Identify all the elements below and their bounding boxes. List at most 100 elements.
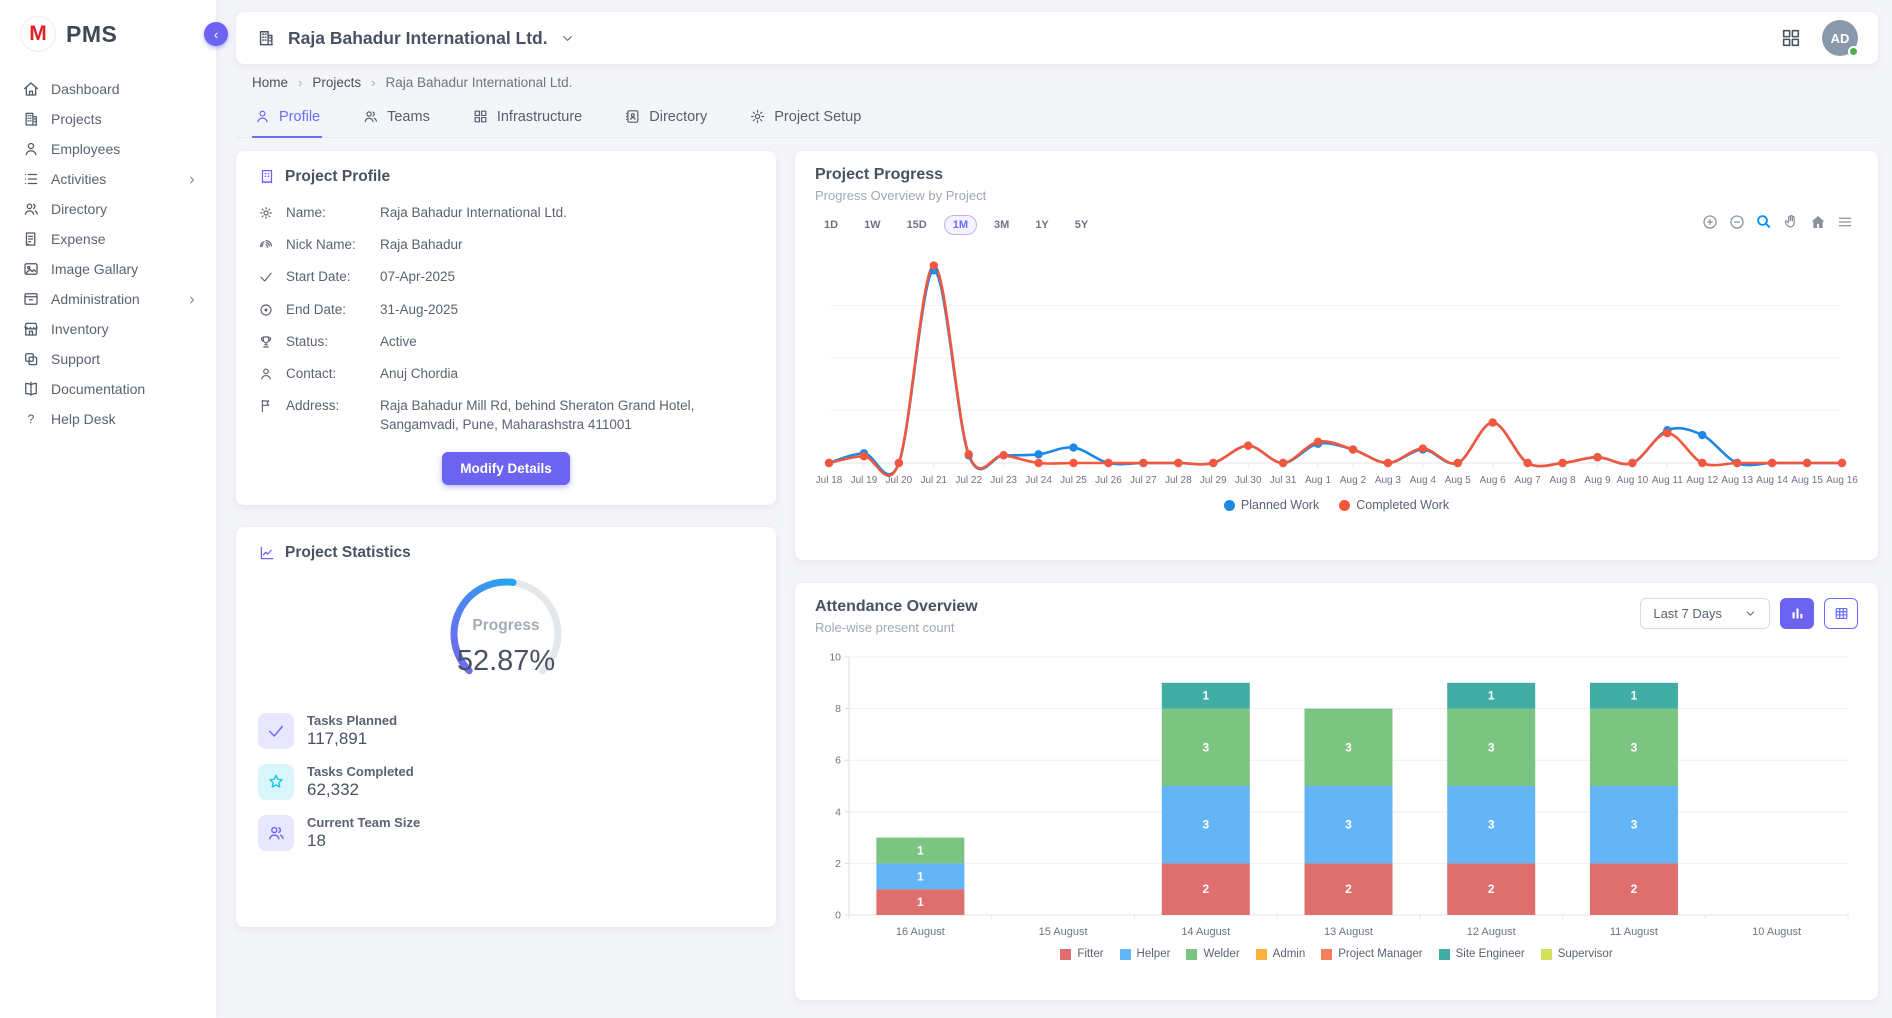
sidebar-item-inventory[interactable]: Inventory bbox=[0, 314, 216, 344]
field-label: Status: bbox=[286, 333, 368, 351]
selection-zoom-icon[interactable] bbox=[1755, 213, 1773, 231]
grid-icon bbox=[472, 108, 489, 125]
tab-label: Project Setup bbox=[774, 109, 861, 125]
svg-text:3: 3 bbox=[1488, 740, 1495, 754]
company-selector[interactable]: Raja Bahadur International Ltd. bbox=[256, 28, 575, 49]
sidebar-item-dashboard[interactable]: Dashboard bbox=[0, 74, 216, 104]
range-button-5y[interactable]: 5Y bbox=[1066, 215, 1097, 235]
svg-text:10: 10 bbox=[829, 652, 841, 664]
tab-teams[interactable]: Teams bbox=[360, 100, 432, 138]
legend-item-supervisor[interactable]: Supervisor bbox=[1541, 948, 1613, 960]
sidebar-item-help-desk[interactable]: ?Help Desk bbox=[0, 404, 216, 434]
left-column: Project Profile Name:Raja Bahadur Intern… bbox=[236, 151, 776, 927]
tab-profile[interactable]: Profile bbox=[252, 100, 322, 138]
sidebar-item-documentation[interactable]: Documentation bbox=[0, 374, 216, 404]
svg-text:Aug 16: Aug 16 bbox=[1826, 475, 1858, 486]
sidebar-item-label: Projects bbox=[51, 111, 198, 127]
tab-project-setup[interactable]: Project Setup bbox=[747, 100, 863, 138]
legend-item-completed-work[interactable]: Completed Work bbox=[1339, 498, 1449, 512]
field-label: Nick Name: bbox=[286, 236, 368, 254]
tab-directory[interactable]: Directory bbox=[622, 100, 709, 138]
profile-fields: Name:Raja Bahadur International Ltd.Nick… bbox=[258, 204, 754, 434]
sidebar-collapse-button[interactable]: ‹ bbox=[204, 22, 228, 46]
range-button-15d[interactable]: 15D bbox=[898, 215, 936, 235]
attendance-overview-card: Attendance Overview Role-wise present co… bbox=[795, 583, 1878, 1000]
svg-text:1: 1 bbox=[1202, 689, 1209, 703]
chevron-right-icon bbox=[186, 293, 198, 305]
field-value: Raja Bahadur bbox=[380, 236, 754, 254]
svg-text:Aug 15: Aug 15 bbox=[1791, 475, 1823, 486]
progress-line-chart[interactable]: Jul 18Jul 19Jul 20Jul 21Jul 22Jul 23Jul … bbox=[815, 239, 1858, 496]
menu-icon[interactable] bbox=[1836, 213, 1854, 231]
stat-value: 117,891 bbox=[307, 729, 397, 749]
sidebar-item-support[interactable]: Support bbox=[0, 344, 216, 374]
breadcrumb-separator: › bbox=[298, 75, 302, 90]
breadcrumb-item-home[interactable]: Home bbox=[252, 75, 288, 90]
app-name: PMS bbox=[66, 21, 117, 48]
apps-grid-button[interactable] bbox=[1780, 27, 1802, 49]
building-icon bbox=[22, 110, 40, 128]
legend-label: Supervisor bbox=[1558, 948, 1613, 960]
legend-item-welder[interactable]: Welder bbox=[1186, 948, 1239, 960]
reset-zoom-icon[interactable] bbox=[1809, 213, 1827, 231]
bookmark-building-icon bbox=[258, 168, 276, 186]
sidebar-item-projects[interactable]: Projects bbox=[0, 104, 216, 134]
legend-item-admin[interactable]: Admin bbox=[1256, 948, 1306, 960]
legend-label: Project Manager bbox=[1338, 948, 1422, 960]
legend-swatch bbox=[1321, 949, 1332, 960]
svg-text:Aug 14: Aug 14 bbox=[1756, 475, 1788, 486]
legend-item-project-manager[interactable]: Project Manager bbox=[1321, 948, 1422, 960]
avatar[interactable]: AD bbox=[1822, 20, 1858, 56]
attendance-subtitle: Role-wise present count bbox=[815, 620, 978, 635]
stat-label: Tasks Planned bbox=[307, 713, 397, 728]
breadcrumb-item-projects[interactable]: Projects bbox=[312, 75, 361, 90]
legend-swatch bbox=[1256, 949, 1267, 960]
range-button-1w[interactable]: 1W bbox=[855, 215, 890, 235]
svg-text:Jul 27: Jul 27 bbox=[1130, 475, 1157, 486]
modify-details-button[interactable]: Modify Details bbox=[442, 452, 570, 485]
stat-value: 62,332 bbox=[307, 780, 414, 800]
field-label: Name: bbox=[286, 204, 368, 222]
date-range-dropdown[interactable]: Last 7 Days bbox=[1640, 598, 1770, 629]
range-button-1d[interactable]: 1D bbox=[815, 215, 847, 235]
tab-infrastructure[interactable]: Infrastructure bbox=[470, 100, 584, 138]
stat-value: 18 bbox=[307, 831, 420, 851]
header-actions: AD bbox=[1780, 20, 1858, 56]
svg-text:0: 0 bbox=[835, 910, 841, 922]
progress-chart-title: Project Progress bbox=[815, 166, 1858, 184]
legend-item-planned-work[interactable]: Planned Work bbox=[1224, 498, 1319, 512]
svg-text:Aug 8: Aug 8 bbox=[1549, 475, 1576, 486]
legend-item-site-engineer[interactable]: Site Engineer bbox=[1439, 948, 1525, 960]
sidebar-item-directory[interactable]: Directory bbox=[0, 194, 216, 224]
image-icon bbox=[22, 260, 40, 278]
pan-icon[interactable] bbox=[1782, 213, 1800, 231]
table-view-button[interactable] bbox=[1824, 598, 1858, 629]
field-value: Raja Bahadur Mill Rd, behind Sheraton Gr… bbox=[380, 397, 754, 433]
svg-text:1: 1 bbox=[917, 844, 924, 858]
progress-chart-subtitle: Progress Overview by Project bbox=[815, 188, 1858, 203]
sidebar-item-employees[interactable]: Employees bbox=[0, 134, 216, 164]
svg-text:15 August: 15 August bbox=[1039, 926, 1088, 938]
sidebar-item-administration[interactable]: Administration bbox=[0, 284, 216, 314]
legend-item-fitter[interactable]: Fitter bbox=[1060, 948, 1103, 960]
svg-text:Jul 19: Jul 19 bbox=[851, 475, 878, 486]
chart-view-button[interactable] bbox=[1780, 598, 1814, 629]
zoom-in-icon[interactable] bbox=[1701, 213, 1719, 231]
svg-text:3: 3 bbox=[1488, 818, 1495, 832]
range-button-3m[interactable]: 3M bbox=[985, 215, 1018, 235]
statistics-card-title: Project Statistics bbox=[285, 544, 411, 562]
attendance-controls: Last 7 Days bbox=[1640, 598, 1858, 629]
sidebar-item-activities[interactable]: Activities bbox=[0, 164, 216, 194]
sidebar-item-image-gallary[interactable]: Image Gallary bbox=[0, 254, 216, 284]
legend-item-helper[interactable]: Helper bbox=[1120, 948, 1171, 960]
sidebar-item-expense[interactable]: Expense bbox=[0, 224, 216, 254]
main-area: Raja Bahadur International Ltd. AD Home ›… bbox=[216, 0, 1892, 1018]
zoom-out-icon[interactable] bbox=[1728, 213, 1746, 231]
range-button-1y[interactable]: 1Y bbox=[1026, 215, 1057, 235]
svg-text:4: 4 bbox=[835, 806, 841, 818]
svg-text:Jul 23: Jul 23 bbox=[990, 475, 1017, 486]
sidebar: M PMS DashboardProjectsEmployeesActiviti… bbox=[0, 0, 216, 1018]
attendance-bar-chart[interactable]: 024681011116 August15 August233114 Augus… bbox=[815, 647, 1858, 948]
gear-icon bbox=[258, 205, 274, 221]
range-button-1m[interactable]: 1M bbox=[944, 215, 977, 235]
